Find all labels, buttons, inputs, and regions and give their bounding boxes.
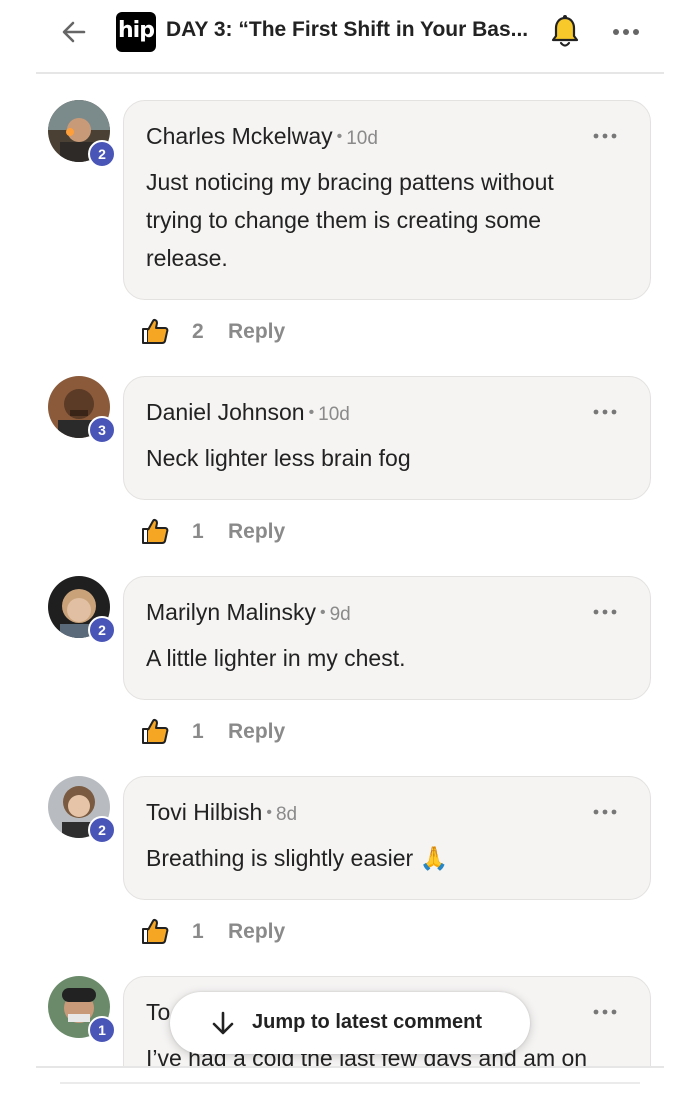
comment-bubble: Marilyn Malinsky • 9d A little lighter in … <box>123 576 651 700</box>
level-badge: 3 <box>88 416 116 444</box>
timestamp: 10d <box>346 128 378 149</box>
timestamp: 8d <box>275 804 298 825</box>
timestamp: 10d <box>318 404 350 425</box>
like-count: 1 <box>192 520 204 543</box>
header-divider <box>36 72 664 74</box>
separator-dot: • <box>308 404 315 421</box>
page-title: DAY 3: “The First Shift in Your Bas... <box>166 18 529 41</box>
more-icon[interactable] <box>592 1005 618 1019</box>
author-name[interactable]: Marilyn Malinsky <box>146 599 316 625</box>
like-count: 2 <box>192 320 204 343</box>
jump-to-latest-button[interactable]: Jump to latest comment <box>170 992 530 1054</box>
level-badge: 2 <box>88 140 116 168</box>
bottom-divider <box>36 1066 664 1068</box>
more-icon[interactable] <box>608 20 644 44</box>
bottom-area <box>0 1068 700 1100</box>
bell-icon[interactable] <box>548 14 582 50</box>
bottom-divider-secondary <box>60 1082 640 1084</box>
like-count: 1 <box>192 920 204 943</box>
comment-bubble: Charles Mckelway • 10d Just noticing my br… <box>123 100 651 300</box>
more-icon[interactable] <box>592 405 618 419</box>
jump-label: Jump to latest comment <box>252 1011 483 1033</box>
author-name[interactable]: Charles Mckelway <box>146 123 333 149</box>
comment-text: Neck lighter less brain fog <box>146 445 411 471</box>
avatar[interactable]: 3 <box>48 376 116 444</box>
separator-dot: • <box>266 804 272 821</box>
comment-text: Breathing is slightly easier 🙏 <box>146 845 449 871</box>
author-line: Tovi Hilbish • 8d <box>146 799 297 826</box>
like-count: 1 <box>192 720 204 743</box>
reply-button[interactable]: Reply <box>228 320 285 344</box>
author-name[interactable]: Tovi Hilbish <box>146 799 262 825</box>
app-logo: hip <box>116 12 156 52</box>
author-line: Charles Mckelway • 10d <box>146 123 378 150</box>
thumbs-up-icon[interactable] <box>140 716 170 746</box>
avatar[interactable]: 2 <box>48 776 116 844</box>
top-bar: hip DAY 3: “The First Shift in Your Bas.… <box>0 0 700 72</box>
level-badge: 1 <box>88 1016 116 1044</box>
thumbs-up-icon[interactable] <box>140 316 170 346</box>
more-icon[interactable] <box>592 805 618 819</box>
more-icon[interactable] <box>592 129 618 143</box>
level-badge: 2 <box>88 616 116 644</box>
down-arrow-icon <box>212 1011 234 1035</box>
author-line: Daniel Johnson • 10d <box>146 399 350 426</box>
comment-text: A little lighter in my chest. <box>146 645 406 671</box>
reply-button[interactable]: Reply <box>228 920 285 944</box>
avatar[interactable]: 2 <box>48 576 116 644</box>
avatar[interactable]: 2 <box>48 100 116 168</box>
back-arrow-icon[interactable] <box>58 16 90 48</box>
separator-dot: • <box>319 604 326 621</box>
author-line: To <box>146 999 170 1026</box>
comment-bubble: Tovi Hilbish • 8d Breathing is slightly ea… <box>123 776 651 900</box>
comment-text: Just noticing my bracing pattens without… <box>146 169 554 271</box>
separator-dot: • <box>336 128 343 145</box>
thumbs-up-icon[interactable] <box>140 916 170 946</box>
more-icon[interactable] <box>592 605 618 619</box>
level-badge: 2 <box>88 816 116 844</box>
author-name[interactable]: To <box>146 999 170 1025</box>
author-name[interactable]: Daniel Johnson <box>146 399 305 425</box>
comment-bubble: Daniel Johnson • 10d Neck lighter less bra… <box>123 376 651 500</box>
avatar[interactable]: 1 <box>48 976 116 1044</box>
reply-button[interactable]: Reply <box>228 520 285 544</box>
reply-button[interactable]: Reply <box>228 720 285 744</box>
author-line: Marilyn Malinsky • 9d <box>146 599 351 626</box>
thumbs-up-icon[interactable] <box>140 516 170 546</box>
timestamp: 9d <box>329 604 351 625</box>
